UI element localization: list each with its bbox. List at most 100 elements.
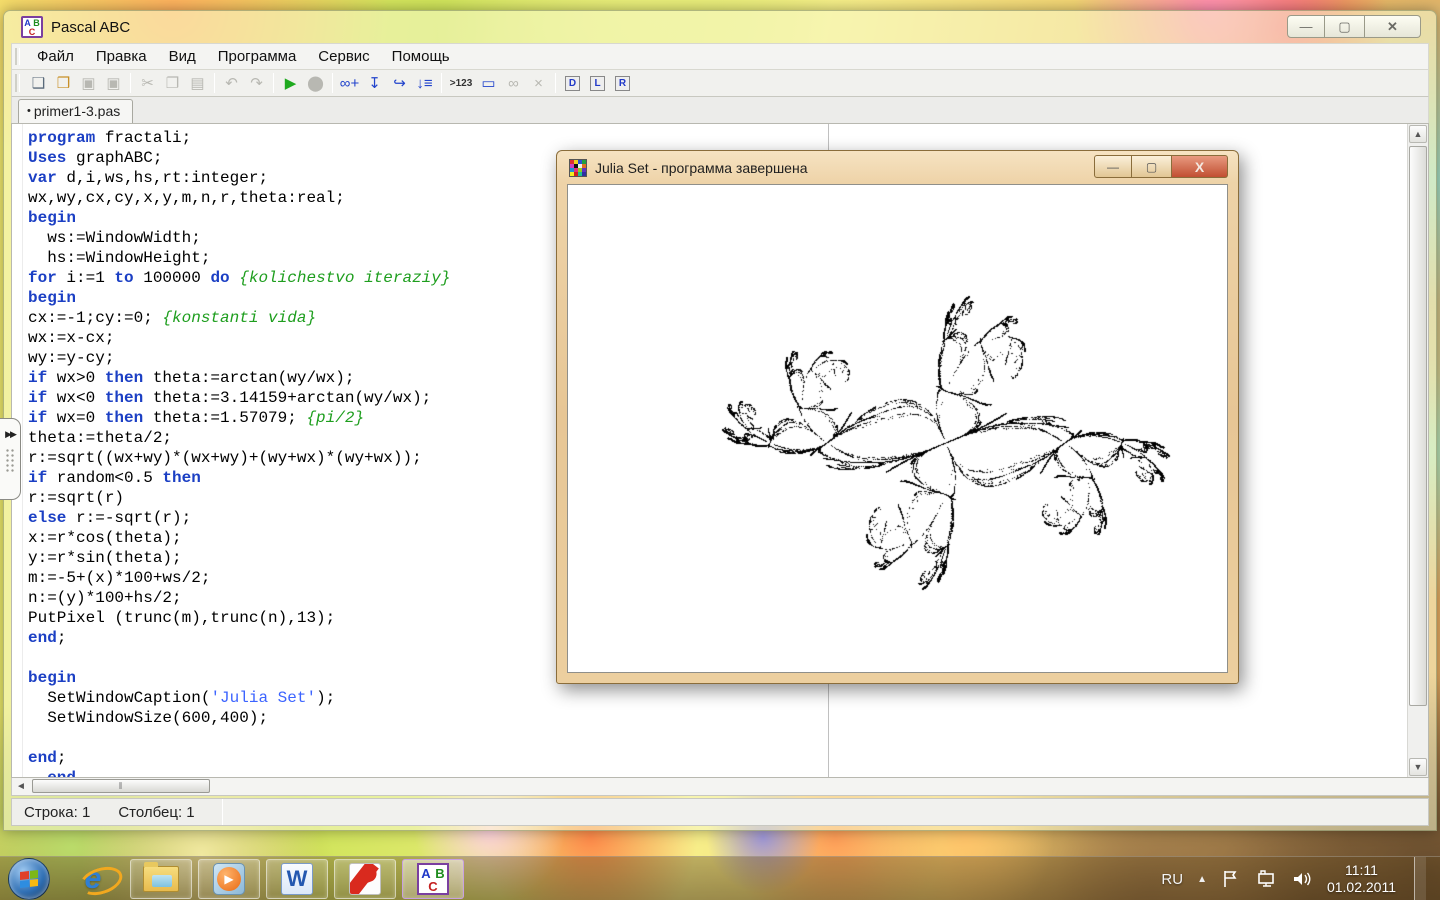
- code-line: else r:=-sqrt(r);: [28, 508, 450, 528]
- julia-minimize-button[interactable]: —: [1094, 155, 1132, 178]
- save-icon[interactable]: ▣: [76, 71, 101, 95]
- horizontal-scrollbar[interactable]: ◄ ⦀: [11, 778, 1429, 796]
- code-line: begin: [28, 208, 450, 228]
- code-line: cx:=-1;cy:=0; {konstanti vida}: [28, 308, 450, 328]
- close-button[interactable]: ✕: [1365, 15, 1421, 38]
- code-line: var d,i,ws,hs,rt:integer;: [28, 168, 450, 188]
- output-window-icon[interactable]: ▭: [476, 71, 501, 95]
- julia-window-title: Julia Set - программа завершена: [595, 160, 808, 176]
- vertical-scroll-thumb[interactable]: [1409, 146, 1427, 706]
- julia-title-bar[interactable]: Julia Set - программа завершена — ▢ X: [557, 151, 1238, 184]
- show-desktop-button[interactable]: [1414, 857, 1426, 901]
- julia-set-window: Julia Set - программа завершена — ▢ X: [556, 150, 1239, 684]
- pascal-abc-app-icon: A B C: [21, 16, 43, 38]
- network-icon[interactable]: [1255, 869, 1277, 889]
- scroll-down-arrow-icon[interactable]: ▼: [1409, 758, 1427, 776]
- horizontal-scroll-thumb[interactable]: ⦀: [32, 779, 210, 793]
- tab-primer1-3[interactable]: • primer1-3.pas: [18, 99, 133, 123]
- module-l-icon[interactable]: L: [585, 71, 610, 95]
- step-over-icon[interactable]: ↪: [387, 71, 412, 95]
- taskbar-adobe-reader[interactable]: [334, 859, 396, 899]
- open-file-icon[interactable]: ❒: [51, 71, 76, 95]
- code-line: end;: [28, 628, 450, 648]
- julia-fractal-canvas: [568, 185, 1229, 663]
- code-line: if wx>0 then theta:=arctan(wy/wx);: [28, 368, 450, 388]
- taskbar-explorer[interactable]: [130, 859, 192, 899]
- word-icon: W: [281, 863, 313, 895]
- goto-line-icon[interactable]: ↓≡: [412, 71, 437, 95]
- new-file-icon[interactable]: ❑: [26, 71, 51, 95]
- code-line: end.: [28, 768, 450, 778]
- undo-icon[interactable]: ↶: [219, 71, 244, 95]
- hidden-icons-chevron-icon[interactable]: ▲: [1197, 874, 1207, 885]
- code-line: if wx=0 then theta:=1.57079; {pi/2}: [28, 408, 450, 428]
- menu-bar: Файл Правка Вид Программа Сервис Помощь: [11, 43, 1429, 69]
- save-all-icon[interactable]: ▣: [101, 71, 126, 95]
- menu-service[interactable]: Сервис: [307, 46, 380, 67]
- menu-grip: [15, 48, 20, 66]
- code-line: begin: [28, 288, 450, 308]
- modified-indicator: •: [27, 105, 31, 117]
- system-tray: RU ▲ 11:11 01.02.2011: [1161, 857, 1426, 901]
- code-line: n:=(y)*100+hs/2;: [28, 588, 450, 608]
- code-line: if wx<0 then theta:=3.14159+arctan(wy/wx…: [28, 388, 450, 408]
- vertical-scrollbar[interactable]: ▲ ▼: [1407, 124, 1428, 777]
- julia-close-button[interactable]: X: [1172, 155, 1228, 178]
- copy-icon[interactable]: ❐: [160, 71, 185, 95]
- step-into-icon[interactable]: ↧: [362, 71, 387, 95]
- menu-edit[interactable]: Правка: [85, 46, 158, 67]
- clock[interactable]: 11:11 01.02.2011: [1327, 862, 1396, 896]
- language-indicator[interactable]: RU: [1161, 871, 1183, 888]
- title-bar[interactable]: A B C Pascal ABC — ▢ ✕: [11, 11, 1429, 43]
- taskbar-apps: e ▶ W ABC: [62, 857, 464, 900]
- toolbar-separator: [214, 73, 215, 93]
- volume-icon[interactable]: [1291, 869, 1313, 889]
- julia-canvas-area: [567, 184, 1228, 673]
- action-center-flag-icon[interactable]: [1221, 869, 1241, 889]
- menu-file[interactable]: Файл: [26, 46, 85, 67]
- run-icon[interactable]: ▶: [278, 71, 303, 95]
- redo-icon[interactable]: ↷: [244, 71, 269, 95]
- toolbar-separator: [555, 73, 556, 93]
- scroll-left-arrow-icon[interactable]: ◄: [16, 781, 26, 792]
- code-line: Uses graphABC;: [28, 148, 450, 168]
- taskbar-pascal-abc[interactable]: ABC: [402, 859, 464, 899]
- code-line: [28, 648, 450, 668]
- clock-time: 11:11: [1327, 862, 1396, 879]
- code-line: wx,wy,cx,cy,x,y,m,n,r,theta:real;: [28, 188, 450, 208]
- code-line: theta:=theta/2;: [28, 428, 450, 448]
- maximize-button[interactable]: ▢: [1325, 15, 1365, 38]
- menu-program[interactable]: Программа: [207, 46, 308, 67]
- menu-view[interactable]: Вид: [158, 46, 207, 67]
- scroll-up-arrow-icon[interactable]: ▲: [1409, 125, 1427, 143]
- window-title: Pascal ABC: [51, 19, 130, 36]
- int-format-icon[interactable]: >123: [446, 71, 476, 95]
- side-panel-handle[interactable]: ▶▶: [0, 418, 21, 500]
- taskbar-ie[interactable]: e: [62, 859, 124, 899]
- code-line: end;: [28, 748, 450, 768]
- code-line: PutPixel (trunc(m),trunc(n),13);: [28, 608, 450, 628]
- watch-window-icon[interactable]: ∞: [501, 71, 526, 95]
- toolbar-separator: [130, 73, 131, 93]
- stop-icon[interactable]: ⬤: [303, 71, 328, 95]
- cut-icon[interactable]: ✂: [135, 71, 160, 95]
- code-line: wy:=y-cy;: [28, 348, 450, 368]
- add-watch-icon[interactable]: ∞+: [337, 71, 362, 95]
- clear-icon[interactable]: ×: [526, 71, 551, 95]
- taskbar-media-player[interactable]: ▶: [198, 859, 260, 899]
- taskbar-word[interactable]: W: [266, 859, 328, 899]
- paste-icon[interactable]: ▤: [185, 71, 210, 95]
- toolbar-separator: [332, 73, 333, 93]
- code-line: ws:=WindowWidth;: [28, 228, 450, 248]
- windows-logo-icon: [20, 870, 38, 888]
- julia-maximize-button[interactable]: ▢: [1132, 155, 1172, 178]
- module-r-icon[interactable]: R: [610, 71, 635, 95]
- code-line: m:=-5+(x)*100+ws/2;: [28, 568, 450, 588]
- code-lines: program fractali;Uses graphABC;var d,i,w…: [28, 128, 450, 778]
- module-d-icon[interactable]: D: [560, 71, 585, 95]
- start-button[interactable]: [8, 858, 50, 900]
- menu-help[interactable]: Помощь: [381, 46, 461, 67]
- minimize-button[interactable]: —: [1287, 15, 1325, 38]
- toolbar-items: ❑❒▣▣✂❐▤↶↷▶⬤∞+↧↪↓≡>123▭∞×DLR: [26, 71, 635, 95]
- toolbar-grip: [15, 74, 20, 92]
